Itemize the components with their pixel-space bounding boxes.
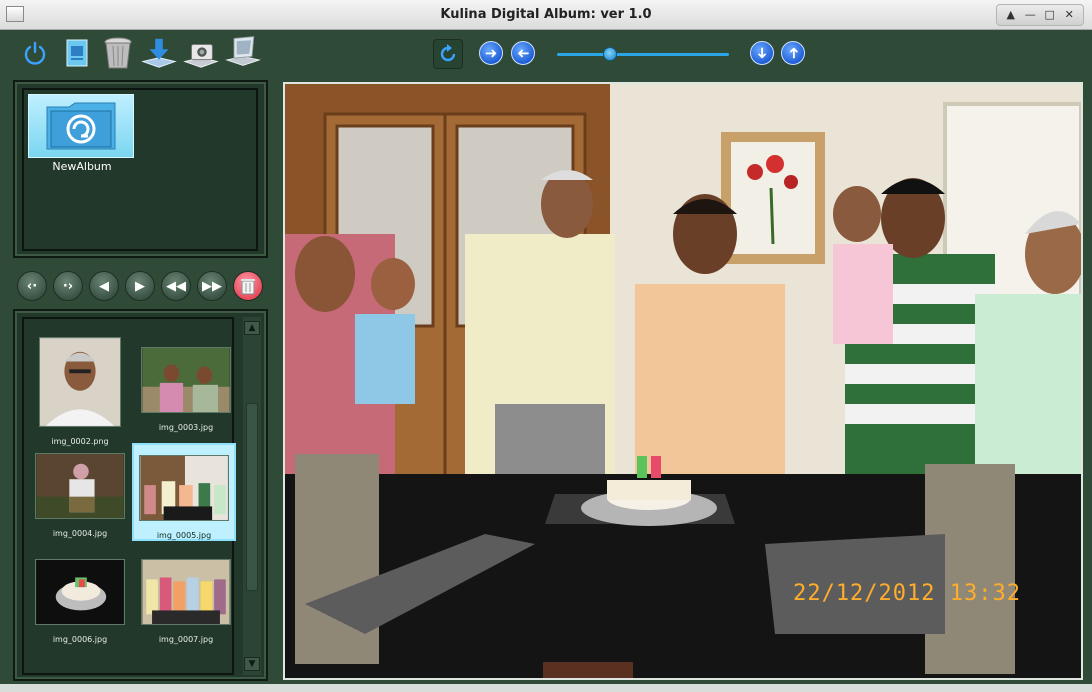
camera-icon[interactable]: [183, 36, 219, 70]
first-icon: ‹·: [26, 278, 38, 294]
close-icon[interactable]: ✕: [1061, 7, 1077, 23]
thumbnail-caption: img_0002.png: [51, 437, 109, 446]
album-label: NewAlbum: [52, 160, 112, 173]
thumbnail-item[interactable]: img_0003.jpg: [134, 347, 238, 432]
first-button[interactable]: ‹·: [17, 271, 47, 301]
thumbnail-caption: img_0006.jpg: [52, 635, 108, 644]
thumbnail-caption: img_0005.jpg: [156, 531, 212, 540]
download-icon[interactable]: [141, 36, 177, 70]
play-button[interactable]: ▶: [125, 271, 155, 301]
photo-viewer[interactable]: 22/12/2012 13:32: [283, 82, 1083, 680]
right-arrow-icon: ➜: [484, 44, 498, 62]
album-thumbnail[interactable]: [28, 94, 134, 158]
thumbnail-item-selected[interactable]: img_0005.jpg: [132, 443, 236, 541]
previous-button[interactable]: ◀: [89, 271, 119, 301]
thumbnail-image: [139, 455, 229, 521]
scroll-up-button[interactable]: ➜: [781, 41, 805, 65]
thumbnail-image: [35, 559, 125, 625]
minimize-icon[interactable]: —: [1022, 7, 1038, 23]
shade-up-icon[interactable]: ▲: [1003, 7, 1019, 23]
thumbnail-caption: img_0004.jpg: [52, 529, 108, 538]
album-folder-icon: [46, 102, 116, 150]
zoom-slider-thumb[interactable]: [603, 47, 618, 61]
window-controls: ▲ — □ ✕: [996, 4, 1084, 26]
album-list: NewAlbum: [22, 88, 258, 251]
thumbnail-caption: img_0007.jpg: [158, 635, 214, 644]
delete-photo-button[interactable]: [233, 271, 263, 301]
last-icon: ·›: [62, 278, 74, 294]
fast-forward-icon: ▶▶: [202, 278, 222, 294]
album-icon[interactable]: [59, 36, 95, 70]
play-icon: ▶: [135, 278, 145, 294]
fast-forward-button[interactable]: ▶▶: [197, 271, 227, 301]
next-photo-button[interactable]: ➜: [479, 41, 503, 65]
previous-photo-button[interactable]: ➜: [511, 41, 535, 65]
window-titlebar: Kulina Digital Album: ver 1.0 ▲ — □ ✕: [0, 0, 1092, 30]
thumbnail-scrollbar[interactable]: ▲ ▼: [243, 317, 261, 675]
thumbnail-item[interactable]: img_0002.png: [28, 337, 132, 446]
thumbnail-image: [141, 559, 231, 625]
album-panel: NewAlbum: [13, 80, 268, 258]
window-title: Kulina Digital Album: ver 1.0: [440, 7, 652, 22]
rotate-icon: [440, 44, 456, 62]
thumbnail-image: [39, 337, 121, 427]
play-reverse-icon: ◀: [99, 278, 109, 294]
thumbnail-item[interactable]: img_0006.jpg: [28, 559, 132, 644]
scrollbar-thumb[interactable]: [246, 403, 258, 591]
thumbnail-grid: img_0002.png img_0003.jpg img_0004.jpg i…: [22, 317, 236, 675]
thumbnail-caption: img_0003.jpg: [158, 423, 214, 432]
up-arrow-icon: ➜: [783, 46, 802, 60]
status-strip: [0, 684, 1092, 692]
album-item-newalbum[interactable]: NewAlbum: [28, 94, 136, 173]
power-icon[interactable]: [17, 36, 53, 70]
down-arrow-icon: ➜: [752, 46, 771, 60]
scroll-down-button[interactable]: ➜: [750, 41, 774, 65]
thumbnail-image: [141, 347, 231, 413]
maximize-icon[interactable]: □: [1042, 7, 1058, 23]
thumbnails-panel: img_0002.png img_0003.jpg img_0004.jpg i…: [13, 309, 268, 681]
zoom-slider-track[interactable]: [557, 53, 729, 56]
thumbnail-item[interactable]: img_0004.jpg: [28, 453, 132, 538]
rewind-icon: ◀◀: [166, 278, 186, 294]
photo-timestamp: 22/12/2012 13:32: [793, 581, 1021, 606]
rotate-button[interactable]: [433, 39, 463, 69]
trash-icon: [241, 279, 255, 295]
thumbnail-image: [35, 453, 125, 519]
scroll-up-arrow-icon[interactable]: ▲: [244, 321, 260, 335]
rewind-button[interactable]: ◀◀: [161, 271, 191, 301]
last-button[interactable]: ·›: [53, 271, 83, 301]
left-arrow-icon: ➜: [516, 44, 530, 62]
scroll-down-arrow-icon[interactable]: ▼: [244, 657, 260, 671]
laptop-icon[interactable]: [225, 34, 261, 68]
thumbnail-item[interactable]: img_0007.jpg: [134, 559, 238, 644]
trash-icon[interactable]: [100, 36, 136, 70]
